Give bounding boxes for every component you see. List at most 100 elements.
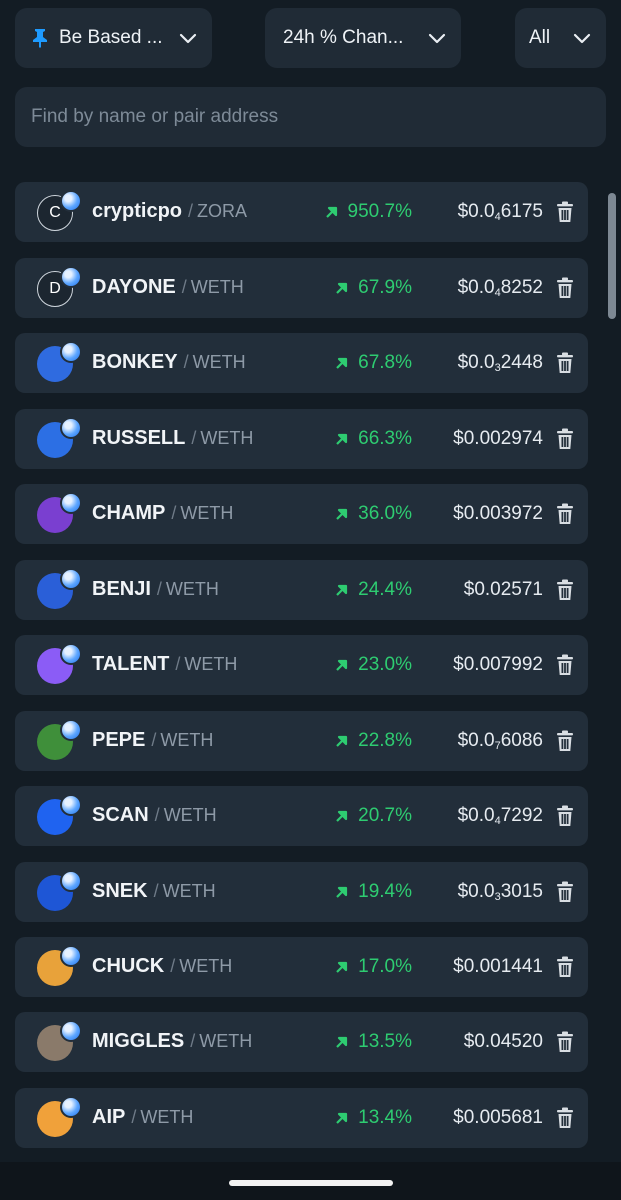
quote-label: WETH [160,730,214,750]
home-indicator[interactable] [229,1180,393,1186]
price-digits: 8252 [500,277,543,298]
token-pair: BENJI / WETH [92,578,219,601]
quote-label: WETH [163,805,217,825]
base-chain-icon [60,870,82,892]
trash-icon[interactable] [556,1031,574,1053]
price-prefix: $0.001441 [453,956,543,977]
pin-icon [29,27,51,49]
token-symbol: TALENT [92,653,170,675]
token-pair: SNEK / WETH [92,880,216,903]
price-prefix: $0.0 [457,352,495,373]
arrow-up-right-icon [336,810,348,822]
token-row[interactable]: CHUCK / WETH 17.0% $0.001441 [15,937,588,997]
trash-icon[interactable] [556,956,574,978]
token-row[interactable]: Ccrypticpo / ZORA 950.7% $0.046175 [15,182,588,242]
price-change: 20.7% [334,805,412,827]
token-pair: AIP / WETH [92,1106,193,1129]
change-value: 950.7% [347,201,412,222]
scrollbar-thumb[interactable] [608,193,616,319]
token-price: $0.002974 [453,428,543,450]
quote-symbol: / WETH [191,428,254,448]
chevron-down-icon [573,33,591,44]
token-row[interactable]: D DAYONE / WETH 67.9% $0.048252 [15,258,588,318]
token-row[interactable]: RUSSELL / WETH 66.3% $0.002974 [15,409,588,469]
arrow-up-right-icon [336,886,348,898]
trash-icon[interactable] [556,881,574,903]
trash-icon[interactable] [556,654,574,676]
token-price: $0.047292 [458,805,543,827]
search-input[interactable] [15,87,606,147]
token-symbol: DAYONE [92,276,176,298]
base-chain-icon [60,945,82,967]
token-row[interactable]: PEPE / WETH 22.8% $0.076086 [15,711,588,771]
trash-icon[interactable] [556,428,574,450]
token-symbol: CHUCK [92,955,165,977]
price-change: 13.4% [334,1107,412,1129]
quote-symbol: / WETH [175,654,238,674]
token-price: $0.048252 [458,277,543,299]
trash-icon[interactable] [556,1107,574,1129]
quote-symbol: / WETH [153,881,216,901]
base-chain-icon [60,1096,82,1118]
token-price: $0.001441 [453,956,543,978]
change-value: 66.3% [358,428,412,449]
trash-icon[interactable] [556,730,574,752]
token-pair: RUSSELL / WETH [92,427,253,450]
price-prefix: $0.003972 [453,503,543,524]
token-row[interactable]: CHAMP / WETH 36.0% $0.003972 [15,484,588,544]
arrow-up-right-icon [325,206,337,218]
arrow-up-right-icon [336,357,348,369]
trash-icon[interactable] [556,805,574,827]
price-change: 24.4% [334,579,412,601]
trash-icon[interactable] [556,503,574,525]
price-change: 67.8% [334,352,412,374]
scope-dropdown[interactable]: All [515,8,606,68]
token-price: $0.003972 [453,503,543,525]
filter-bar: Be Based ... 24h % Chan... All [15,8,606,70]
avatar-letter: D [49,280,61,297]
token-pair: BONKEY / WETH [92,351,246,374]
price-change: 19.4% [334,881,412,903]
token-row[interactable]: BONKEY / WETH 67.8% $0.032448 [15,333,588,393]
token-row[interactable]: SCAN / WETH 20.7% $0.047292 [15,786,588,846]
arrow-up-right-icon [336,961,348,973]
quote-label: WETH [192,352,246,372]
watchlist-dropdown[interactable]: Be Based ... [15,8,212,68]
token-row[interactable]: TALENT / WETH 23.0% $0.007992 [15,635,588,695]
token-price: $0.005681 [453,1107,543,1129]
change-value: 36.0% [358,503,412,524]
change-value: 67.9% [358,277,412,298]
token-price: $0.076086 [458,730,543,752]
quote-symbol: / WETH [190,1031,253,1051]
change-value: 22.8% [358,730,412,751]
quote-symbol: / WETH [156,579,219,599]
price-prefix: $0.0 [457,277,495,298]
token-row[interactable]: SNEK / WETH 19.4% $0.033015 [15,862,588,922]
trash-icon[interactable] [556,277,574,299]
change-value: 17.0% [358,956,412,977]
quote-label: WETH [200,428,254,448]
base-chain-icon [60,568,82,590]
token-pair: CHAMP / WETH [92,502,233,525]
price-prefix: $0.0 [457,201,495,222]
trash-icon[interactable] [556,201,574,223]
token-row[interactable]: AIP / WETH 13.4% $0.005681 [15,1088,588,1148]
sort-dropdown[interactable]: 24h % Chan... [265,8,461,68]
token-row[interactable]: MIGGLES / WETH 13.5% $0.04520 [15,1012,588,1072]
avatar-letter: C [49,204,61,221]
token-symbol: SNEK [92,880,148,902]
token-pair: crypticpo / ZORA [92,200,247,223]
base-chain-icon [60,719,82,741]
quote-symbol: / WETH [170,956,233,976]
token-price: $0.04520 [464,1031,543,1053]
quote-symbol: / WETH [183,352,246,372]
price-prefix: $0.0 [457,730,495,751]
token-pair: DAYONE / WETH [92,276,244,299]
trash-icon[interactable] [556,352,574,374]
token-pair: MIGGLES / WETH [92,1030,252,1053]
token-row[interactable]: BENJI / WETH 24.4% $0.02571 [15,560,588,620]
price-change: 22.8% [334,730,412,752]
arrow-up-right-icon [336,282,348,294]
change-value: 24.4% [358,579,412,600]
trash-icon[interactable] [556,579,574,601]
